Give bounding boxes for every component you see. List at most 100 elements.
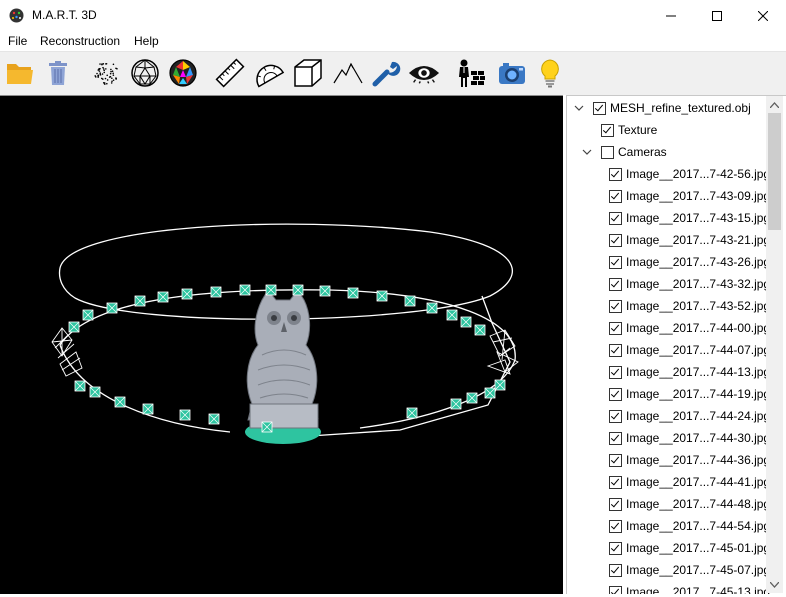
- image-checkbox[interactable]: [609, 365, 622, 379]
- image-label: Image__2017...7-42-56.jpg: [626, 167, 771, 181]
- minimize-button[interactable]: [648, 0, 694, 31]
- menu-file[interactable]: File: [8, 34, 27, 48]
- colored-mesh-button[interactable]: [167, 57, 199, 89]
- image-checkbox[interactable]: [609, 299, 622, 313]
- terrain-button[interactable]: [332, 57, 364, 89]
- image-checkbox[interactable]: [609, 277, 622, 291]
- image-checkbox[interactable]: [609, 167, 622, 181]
- camera-marker: [261, 421, 273, 433]
- image-checkbox[interactable]: [609, 189, 622, 203]
- tree-item-image[interactable]: Image__2017...7-44-13.jpg: [609, 361, 770, 383]
- image-checkbox[interactable]: [609, 321, 622, 335]
- image-label: Image__2017...7-43-09.jpg: [626, 189, 771, 203]
- view-button[interactable]: [408, 57, 440, 89]
- protractor-button[interactable]: [253, 57, 285, 89]
- camera-marker: [265, 284, 277, 296]
- ruler-button[interactable]: [214, 57, 246, 89]
- menu-reconstruction[interactable]: Reconstruction: [40, 34, 120, 48]
- image-label: Image__2017...7-45-07.jpg: [626, 563, 771, 577]
- lighting-button[interactable]: [534, 57, 566, 89]
- eye-icon: [408, 65, 440, 84]
- tree-item-image[interactable]: Image__2017...7-43-26.jpg: [609, 251, 770, 273]
- mesh-visibility-checkbox[interactable]: [593, 101, 606, 115]
- tree-item-image[interactable]: Image__2017...7-42-56.jpg: [609, 163, 770, 185]
- camera-marker: [404, 295, 416, 307]
- tree-item-mesh[interactable]: MESH_refine_textured.obj: [593, 97, 751, 119]
- menu-help[interactable]: Help: [134, 34, 159, 48]
- tree-item-image[interactable]: Image__2017...7-44-41.jpg: [609, 471, 770, 493]
- image-label: Image__2017...7-44-36.jpg: [626, 453, 771, 467]
- image-checkbox[interactable]: [609, 387, 622, 401]
- camera-marker: [181, 288, 193, 300]
- owl-model: [246, 289, 319, 429]
- image-checkbox[interactable]: [609, 211, 622, 225]
- image-checkbox[interactable]: [609, 431, 622, 445]
- image-checkbox[interactable]: [609, 409, 622, 423]
- tree-item-image[interactable]: Image__2017...7-43-32.jpg: [609, 273, 770, 295]
- delete-button[interactable]: [42, 57, 74, 89]
- tree-scrollbar[interactable]: [766, 96, 783, 593]
- tree-item-image[interactable]: Image__2017...7-44-48.jpg: [609, 493, 770, 515]
- wireframe-button[interactable]: [129, 57, 161, 89]
- texture-checkbox[interactable]: [601, 123, 614, 137]
- image-checkbox[interactable]: [609, 519, 622, 533]
- camera-marker: [426, 302, 438, 314]
- image-checkbox[interactable]: [609, 233, 622, 247]
- cameras-checkbox[interactable]: [601, 145, 614, 159]
- wrench-icon: [372, 61, 401, 87]
- title-bar: M.A.R.T. 3D: [0, 0, 786, 31]
- image-label: Image__2017...7-43-21.jpg: [626, 233, 771, 247]
- maximize-icon: [712, 10, 722, 21]
- camera-marker: [406, 407, 418, 419]
- cube-icon: [294, 59, 322, 87]
- builder-icon: [459, 59, 485, 87]
- tree-item-image[interactable]: Image__2017...7-43-15.jpg: [609, 207, 770, 229]
- tree-item-image[interactable]: Image__2017...7-44-36.jpg: [609, 449, 770, 471]
- tree-item-mesh-label: MESH_refine_textured.obj: [610, 101, 751, 115]
- image-checkbox[interactable]: [609, 453, 622, 467]
- camera-marker: [450, 398, 462, 410]
- tree-item-texture[interactable]: Texture: [601, 119, 657, 141]
- camera-marker: [82, 309, 94, 321]
- camera-marker: [157, 291, 169, 303]
- image-checkbox[interactable]: [609, 541, 622, 555]
- tree-item-image[interactable]: Image__2017...7-44-24.jpg: [609, 405, 770, 427]
- settings-button[interactable]: [370, 57, 402, 89]
- tree-item-image[interactable]: Image__2017...7-44-00.jpg: [609, 317, 770, 339]
- image-checkbox[interactable]: [609, 475, 622, 489]
- image-label: Image__2017...7-44-13.jpg: [626, 365, 771, 379]
- tree-item-image[interactable]: Image__2017...7-45-07.jpg: [609, 559, 770, 581]
- maximize-button[interactable]: [694, 0, 740, 31]
- tree-item-image[interactable]: Image__2017...7-43-21.jpg: [609, 229, 770, 251]
- tree-item-image[interactable]: Image__2017...7-43-52.jpg: [609, 295, 770, 317]
- collapse-root-icon[interactable]: [574, 103, 584, 113]
- image-checkbox[interactable]: [609, 563, 622, 577]
- image-checkbox[interactable]: [609, 343, 622, 357]
- screenshot-button[interactable]: [496, 57, 528, 89]
- close-button[interactable]: [740, 0, 786, 31]
- camera-marker: [89, 386, 101, 398]
- camera-marker: [466, 392, 478, 404]
- image-checkbox[interactable]: [609, 255, 622, 269]
- camera-marker: [484, 387, 496, 399]
- tree-item-image[interactable]: Image__2017...7-44-30.jpg: [609, 427, 770, 449]
- tree-item-image[interactable]: Image__2017...7-45-13.jpg: [609, 581, 770, 594]
- tree-item-image[interactable]: Image__2017...7-43-09.jpg: [609, 185, 770, 207]
- scroll-down-button[interactable]: [766, 576, 783, 593]
- point-cloud-button[interactable]: [90, 57, 122, 89]
- image-checkbox[interactable]: [609, 497, 622, 511]
- tree-item-cameras[interactable]: Cameras: [601, 141, 667, 163]
- tree-item-image[interactable]: Image__2017...7-44-07.jpg: [609, 339, 770, 361]
- tree-item-image[interactable]: Image__2017...7-45-01.jpg: [609, 537, 770, 559]
- scroll-thumb[interactable]: [768, 113, 781, 230]
- builder-button[interactable]: [455, 57, 487, 89]
- camera-marker: [347, 287, 359, 299]
- collapse-cameras-icon[interactable]: [582, 147, 592, 157]
- bounding-box-button[interactable]: [292, 57, 324, 89]
- camera-marker: [292, 284, 304, 296]
- scroll-up-button[interactable]: [766, 96, 783, 113]
- 3d-viewport[interactable]: [0, 95, 563, 594]
- tree-item-image[interactable]: Image__2017...7-44-54.jpg: [609, 515, 770, 537]
- open-button[interactable]: [4, 57, 36, 89]
- tree-item-image[interactable]: Image__2017...7-44-19.jpg: [609, 383, 770, 405]
